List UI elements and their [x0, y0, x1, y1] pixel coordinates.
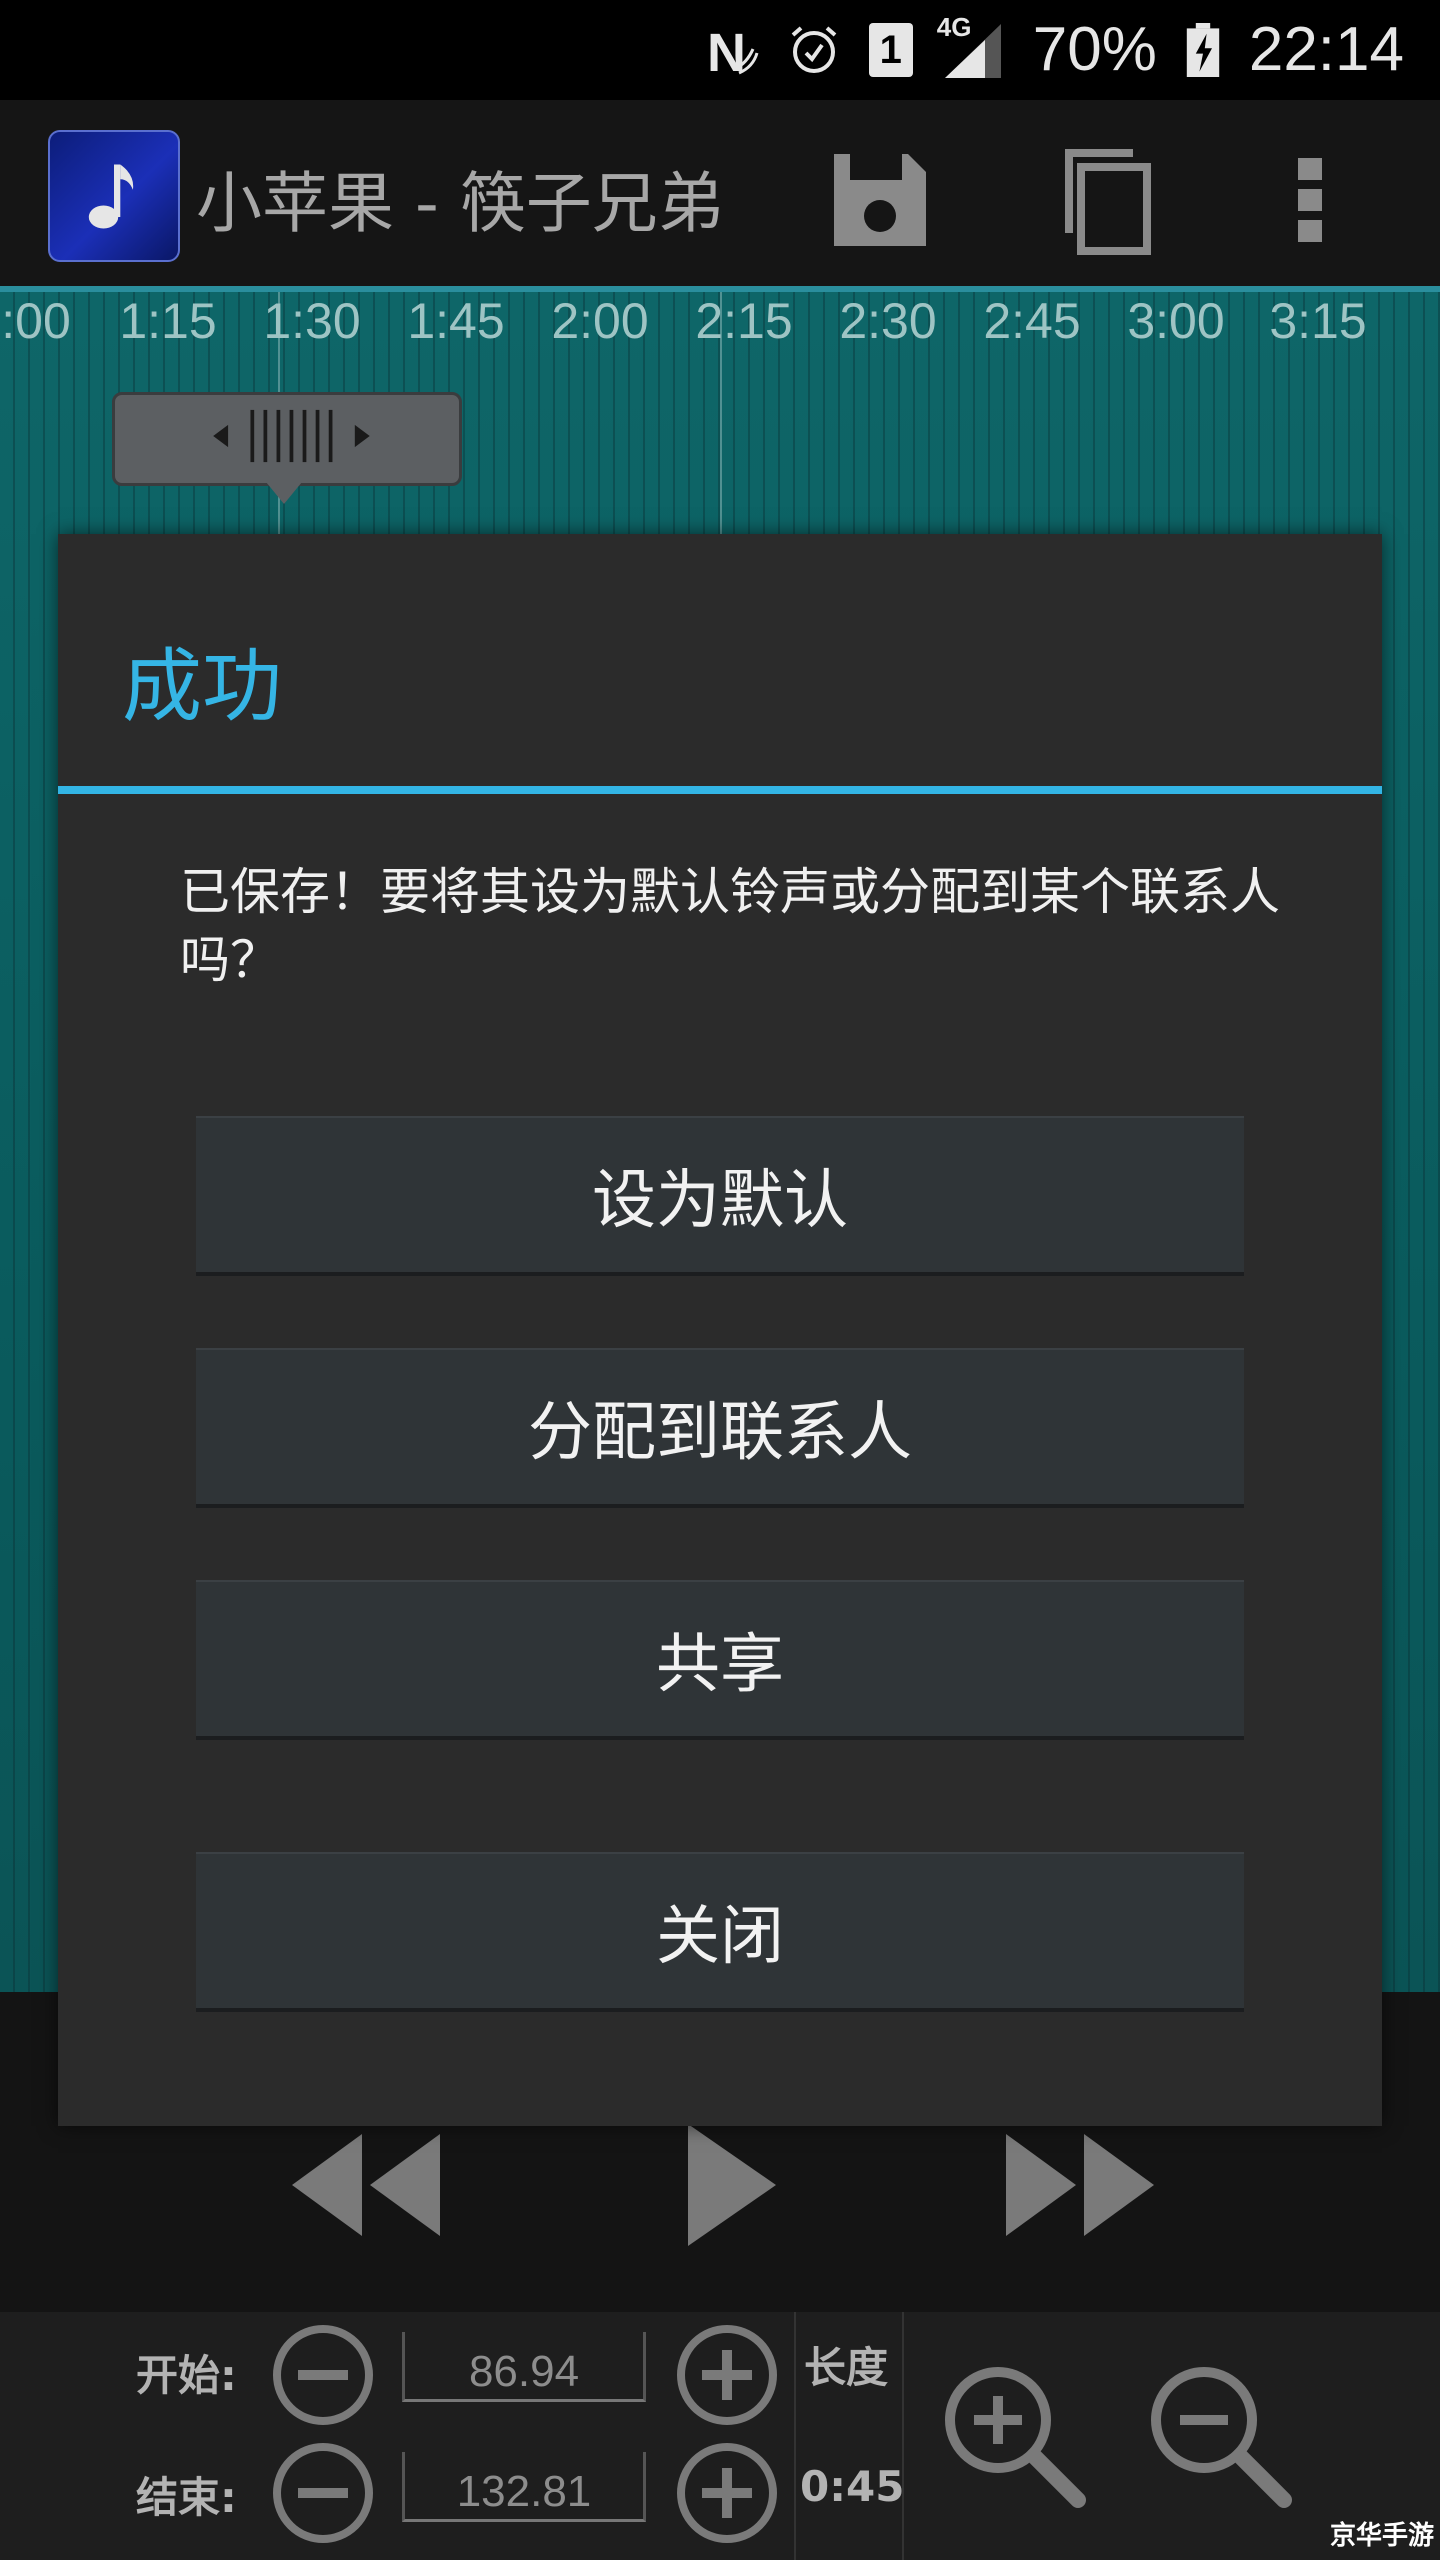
alarm-icon — [791, 26, 837, 73]
watermark: 京华手游 — [1329, 2521, 1434, 2551]
end-time-input[interactable]: 132.81 — [402, 2452, 646, 2522]
action-bar: 小苹果 - 筷子兄弟 — [0, 100, 1440, 292]
screen: N 1 4G 70% 22:14 小苹果 - 筷子兄弟:00 1:15 1:3… — [0, 0, 1440, 2560]
set-default-button[interactable]: 设为默认 — [196, 1116, 1244, 1276]
timeline-tick: 3:00 — [1127, 293, 1225, 349]
timeline-tick: 1:30 — [263, 293, 361, 349]
end-minus-icon[interactable] — [272, 2442, 374, 2544]
rewind-icon[interactable] — [286, 2130, 446, 2240]
timeline: :00 1:15 1:30 1:45 2:00 2:15 2:30 2:45 3… — [0, 292, 1440, 362]
assign-contact-button[interactable]: 分配到联系人 — [196, 1348, 1244, 1508]
timeline-tick: 1:45 — [407, 293, 505, 349]
page-title: 小苹果 - 筷子兄弟 — [196, 165, 724, 242]
length-label: 长度 — [804, 2343, 889, 2392]
timeline-tick: 2:00 — [551, 293, 649, 349]
timeline-tick: 2:45 — [983, 293, 1081, 349]
save-button[interactable] — [820, 140, 940, 260]
music-note-icon[interactable] — [48, 130, 180, 262]
divider — [794, 2312, 796, 2560]
battery-percent: 70% — [1032, 15, 1157, 84]
close-button[interactable]: 关闭 — [196, 1852, 1244, 2012]
timeline-tick: 2:15 — [695, 293, 793, 349]
drag-handle-icon — [213, 409, 370, 463]
status-bar: N 1 4G 70% 22:14 — [0, 0, 1440, 100]
dialog-title: 成功 — [122, 640, 282, 733]
start-minus-icon[interactable] — [272, 2324, 374, 2426]
length-value: 0:45 — [800, 2462, 905, 2511]
range-panel: 开始: 结束: 86.94 132.81 长度 0:45 — [0, 2312, 1440, 2560]
end-plus-icon[interactable] — [676, 2442, 778, 2544]
timeline-tick: 2:30 — [839, 293, 937, 349]
copy-button[interactable] — [1042, 140, 1162, 260]
zoom-in-icon[interactable] — [938, 2360, 1088, 2510]
battery-charging-icon — [1186, 23, 1220, 77]
save-icon — [834, 154, 926, 246]
end-label: 结束: — [136, 2473, 237, 2522]
success-dialog: 成功 已保存！要将其设为默认铃声或分配到某个联系人吗？ 设为默认 分配到联系人 … — [58, 534, 1382, 2126]
play-icon[interactable] — [680, 2120, 780, 2250]
clock: 22:14 — [1248, 15, 1404, 84]
sim-1-icon: 1 — [868, 23, 913, 77]
start-plus-icon[interactable] — [676, 2324, 778, 2426]
dialog-message: 已保存！要将其设为默认铃声或分配到某个联系人吗？ — [180, 863, 1280, 989]
svg-text:N: N — [707, 23, 746, 77]
dialog-title-divider — [58, 786, 1382, 794]
timeline-tick: 1:15 — [119, 293, 217, 349]
overflow-menu-button[interactable] — [1270, 140, 1350, 260]
zoom-out-icon[interactable] — [1144, 2360, 1294, 2510]
overflow-menu-icon — [1298, 158, 1322, 242]
share-button[interactable]: 共享 — [196, 1580, 1244, 1740]
timeline-tick: :00 — [1, 293, 71, 349]
start-time-input[interactable]: 86.94 — [402, 2332, 646, 2402]
start-label: 开始: — [136, 2351, 237, 2400]
handle-pointer — [266, 482, 302, 504]
nfc-icon: N — [707, 23, 759, 77]
status-icons: N 1 4G 70% 22:14 — [705, 0, 1404, 100]
divider — [902, 2312, 904, 2560]
signal-icon: 4G — [937, 12, 1005, 80]
timeline-tick: 3:15 — [1269, 293, 1367, 349]
start-marker-handle[interactable] — [112, 392, 462, 486]
fast-forward-icon[interactable] — [1000, 2130, 1160, 2240]
copy-icon — [1065, 149, 1151, 255]
sim-number: 1 — [879, 27, 902, 72]
